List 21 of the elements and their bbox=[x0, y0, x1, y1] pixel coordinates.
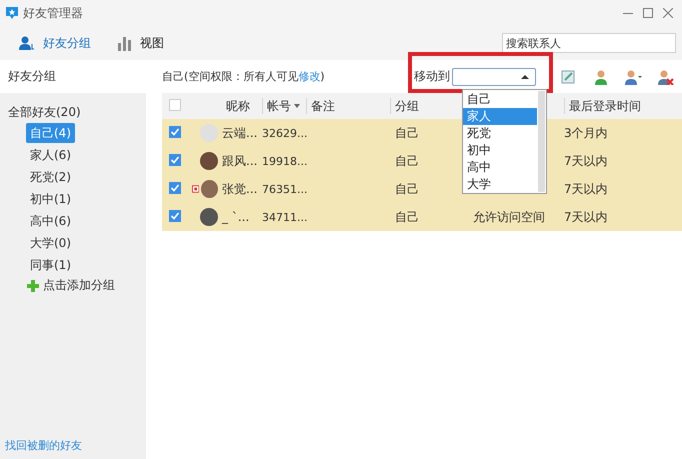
window-title: 好友管理器 bbox=[23, 4, 83, 22]
table-cell: 34711... bbox=[262, 210, 306, 224]
table-cell-text: 张觉... bbox=[222, 180, 258, 198]
move-to-label: 移动到 bbox=[414, 68, 450, 85]
table-cell-text: 7天以内 bbox=[564, 208, 609, 226]
table-cell: 76351... bbox=[262, 182, 306, 196]
table-cell-text: 自己 bbox=[394, 124, 420, 142]
table-cell-text: 自己 bbox=[394, 208, 420, 226]
table-cell-text: 自己 bbox=[394, 152, 420, 170]
panel-title: 好友分组 bbox=[8, 68, 56, 85]
table-cell-text: 跟风... bbox=[222, 152, 258, 170]
table-cell-text: 7天以内 bbox=[564, 180, 609, 198]
table-cell-text: 7天以内 bbox=[564, 152, 609, 170]
table-cell: 19918... bbox=[262, 154, 306, 168]
space-permission-text: 自己(空间权限：所有人可见修改) bbox=[162, 69, 325, 84]
table-cell-text: 自己 bbox=[394, 180, 420, 198]
table-cell: 32629... bbox=[262, 126, 306, 140]
table-cell-text: 允许访问空间 bbox=[472, 208, 546, 226]
table-cell-text: 3个月内 bbox=[564, 124, 609, 142]
table-cell-text: _ `... bbox=[222, 210, 250, 224]
table-cell-text: 云端... bbox=[222, 124, 258, 142]
